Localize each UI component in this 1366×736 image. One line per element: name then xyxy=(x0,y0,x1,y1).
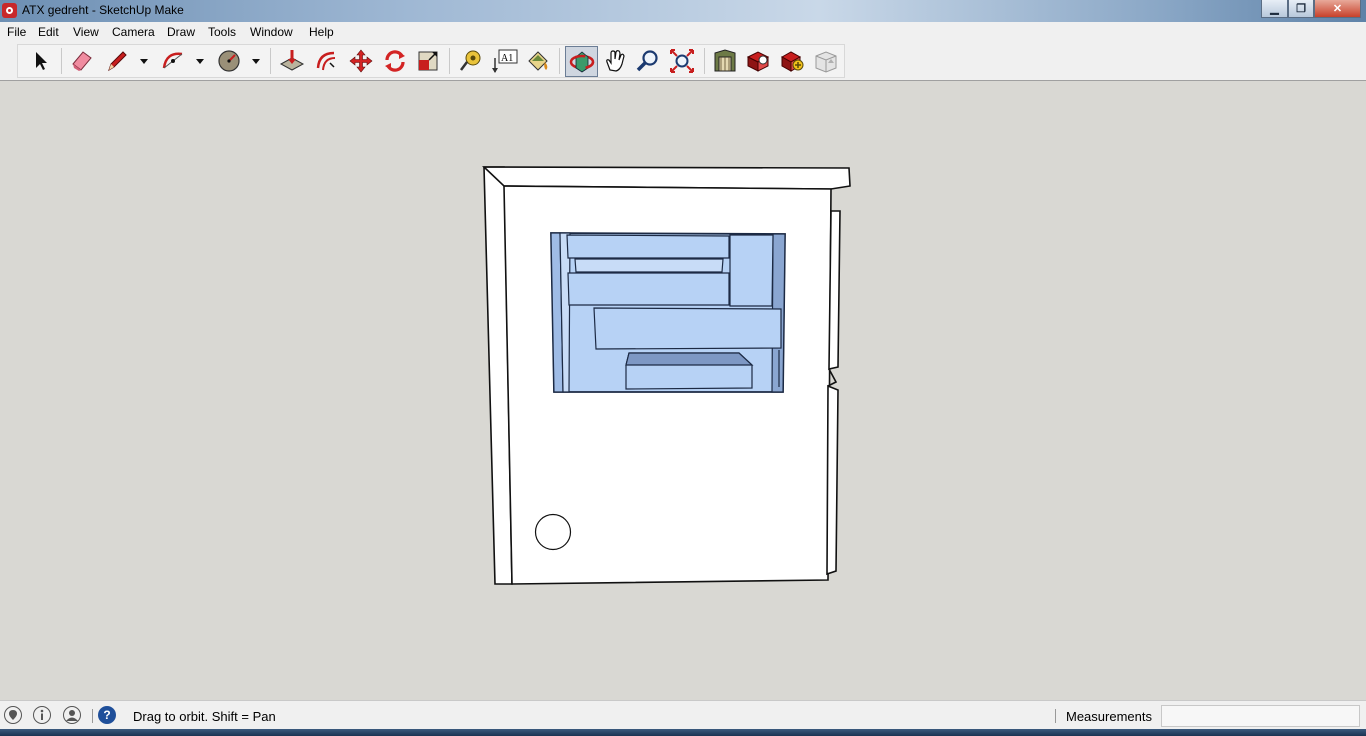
drive-bay-middle xyxy=(567,272,730,306)
status-bar: ? Drag to orbit. Shift = Pan Measurement… xyxy=(0,700,1366,730)
menu-draw[interactable]: Draw xyxy=(167,25,195,39)
case-right-bracket-upper xyxy=(828,210,841,371)
arc-icon xyxy=(162,52,183,69)
zoom-extents-icon xyxy=(670,49,694,73)
menu-tools[interactable]: Tools xyxy=(208,25,236,39)
components-icon xyxy=(780,51,804,72)
atx-case-model xyxy=(481,166,851,585)
zoom-extents-tool-button[interactable] xyxy=(667,46,697,76)
status-separator xyxy=(1055,709,1056,723)
geo-location-icon[interactable] xyxy=(4,706,22,724)
arrow-cursor-icon xyxy=(36,52,47,70)
get-components-button[interactable] xyxy=(777,46,807,76)
extension-icon xyxy=(815,51,837,73)
menu-view[interactable]: View xyxy=(73,25,99,39)
os-taskbar xyxy=(0,729,1366,736)
eraser-icon xyxy=(72,51,92,71)
arc-tool-button[interactable] xyxy=(158,46,188,76)
select-tool-button[interactable] xyxy=(25,46,55,76)
user-silhouette-icon xyxy=(66,710,78,721)
measurements-label: Measurements xyxy=(1066,709,1152,724)
magnifier-icon xyxy=(636,50,658,72)
status-hint: Drag to orbit. Shift = Pan xyxy=(133,709,276,724)
move-arrows-icon xyxy=(349,49,373,73)
minimize-button[interactable]: ▁ xyxy=(1261,0,1288,18)
pan-tool-button[interactable] xyxy=(600,46,630,76)
chevron-down-icon xyxy=(140,59,148,64)
shapes-tool-dropdown[interactable] xyxy=(250,55,262,67)
toolbar-separator xyxy=(449,48,450,74)
credits-icon[interactable] xyxy=(33,706,51,724)
line-tool-button[interactable] xyxy=(102,46,132,76)
hand-icon xyxy=(606,50,625,72)
drive-slot xyxy=(574,258,724,273)
circle-icon xyxy=(218,50,240,72)
rotate-tool-button[interactable] xyxy=(380,46,410,76)
rotate-icon xyxy=(385,50,405,72)
status-separator xyxy=(92,709,93,723)
drive-bay-upper xyxy=(566,234,730,259)
case-window xyxy=(550,232,786,393)
menu-file[interactable]: File xyxy=(7,25,26,39)
toolbar-separator xyxy=(61,48,62,74)
window-title: ATX gedreht - SketchUp Make xyxy=(22,3,184,17)
zoom-tool-button[interactable] xyxy=(633,46,663,76)
push-pull-icon xyxy=(279,50,305,71)
shapes-tool-button[interactable] xyxy=(214,46,244,76)
text-tool-label: A1 xyxy=(501,53,513,64)
toolbar-separator xyxy=(559,48,560,74)
toolbar: A1 xyxy=(0,42,1366,81)
paint-bucket-icon xyxy=(528,51,548,71)
move-tool-button[interactable] xyxy=(346,46,376,76)
close-button[interactable]: ✕ xyxy=(1314,0,1361,18)
info-icon xyxy=(40,709,44,720)
orbit-icon xyxy=(569,50,594,72)
menu-camera[interactable]: Camera xyxy=(112,25,155,39)
share-model-icon xyxy=(746,51,770,72)
tape-measure-icon xyxy=(460,50,481,71)
chevron-down-icon xyxy=(196,59,204,64)
case-right-bracket-lower xyxy=(826,384,839,576)
text-tool-button[interactable]: A1 xyxy=(490,46,520,76)
motherboard-tray xyxy=(593,307,782,350)
pencil-icon xyxy=(108,51,127,72)
scale-tool-button[interactable] xyxy=(413,46,443,76)
warehouse-icon xyxy=(714,49,736,72)
share-model-button[interactable] xyxy=(743,46,773,76)
maximize-button[interactable]: ❐ xyxy=(1288,0,1314,18)
sketchup-app-icon xyxy=(2,3,17,18)
paint-bucket-tool-button[interactable] xyxy=(523,46,553,76)
cooler-box-top xyxy=(625,352,754,366)
power-button xyxy=(534,513,572,551)
eraser-tool-button[interactable] xyxy=(67,46,97,76)
chevron-down-icon xyxy=(252,59,260,64)
offset-icon xyxy=(316,51,336,71)
3d-warehouse-button[interactable] xyxy=(710,46,740,76)
menu-window[interactable]: Window xyxy=(250,25,293,39)
account-icon[interactable] xyxy=(63,706,81,724)
menu-bar: File Edit View Camera Draw Tools Window … xyxy=(0,22,1366,42)
scale-icon xyxy=(418,51,438,71)
toolbar-separator xyxy=(270,48,271,74)
toolbar-separator xyxy=(704,48,705,74)
extension-warehouse-button[interactable] xyxy=(811,46,841,76)
text-label-icon: A1 xyxy=(492,49,518,73)
tape-measure-tool-button[interactable] xyxy=(456,46,486,76)
line-tool-dropdown[interactable] xyxy=(138,55,150,67)
instructor-help-icon[interactable]: ? xyxy=(98,706,116,724)
orbit-tool-button[interactable] xyxy=(565,46,598,77)
measurements-input[interactable] xyxy=(1161,705,1360,727)
psu-block xyxy=(729,234,774,307)
offset-tool-button[interactable] xyxy=(311,46,341,76)
arc-tool-dropdown[interactable] xyxy=(194,55,206,67)
menu-help[interactable]: Help xyxy=(309,25,334,39)
model-viewport[interactable] xyxy=(2,82,1364,699)
menu-edit[interactable]: Edit xyxy=(38,25,59,39)
push-pull-tool-button[interactable] xyxy=(277,46,307,76)
location-pin-icon xyxy=(9,710,17,720)
title-bar: ATX gedreht - SketchUp Make ▁ ❐ ✕ xyxy=(0,0,1366,22)
